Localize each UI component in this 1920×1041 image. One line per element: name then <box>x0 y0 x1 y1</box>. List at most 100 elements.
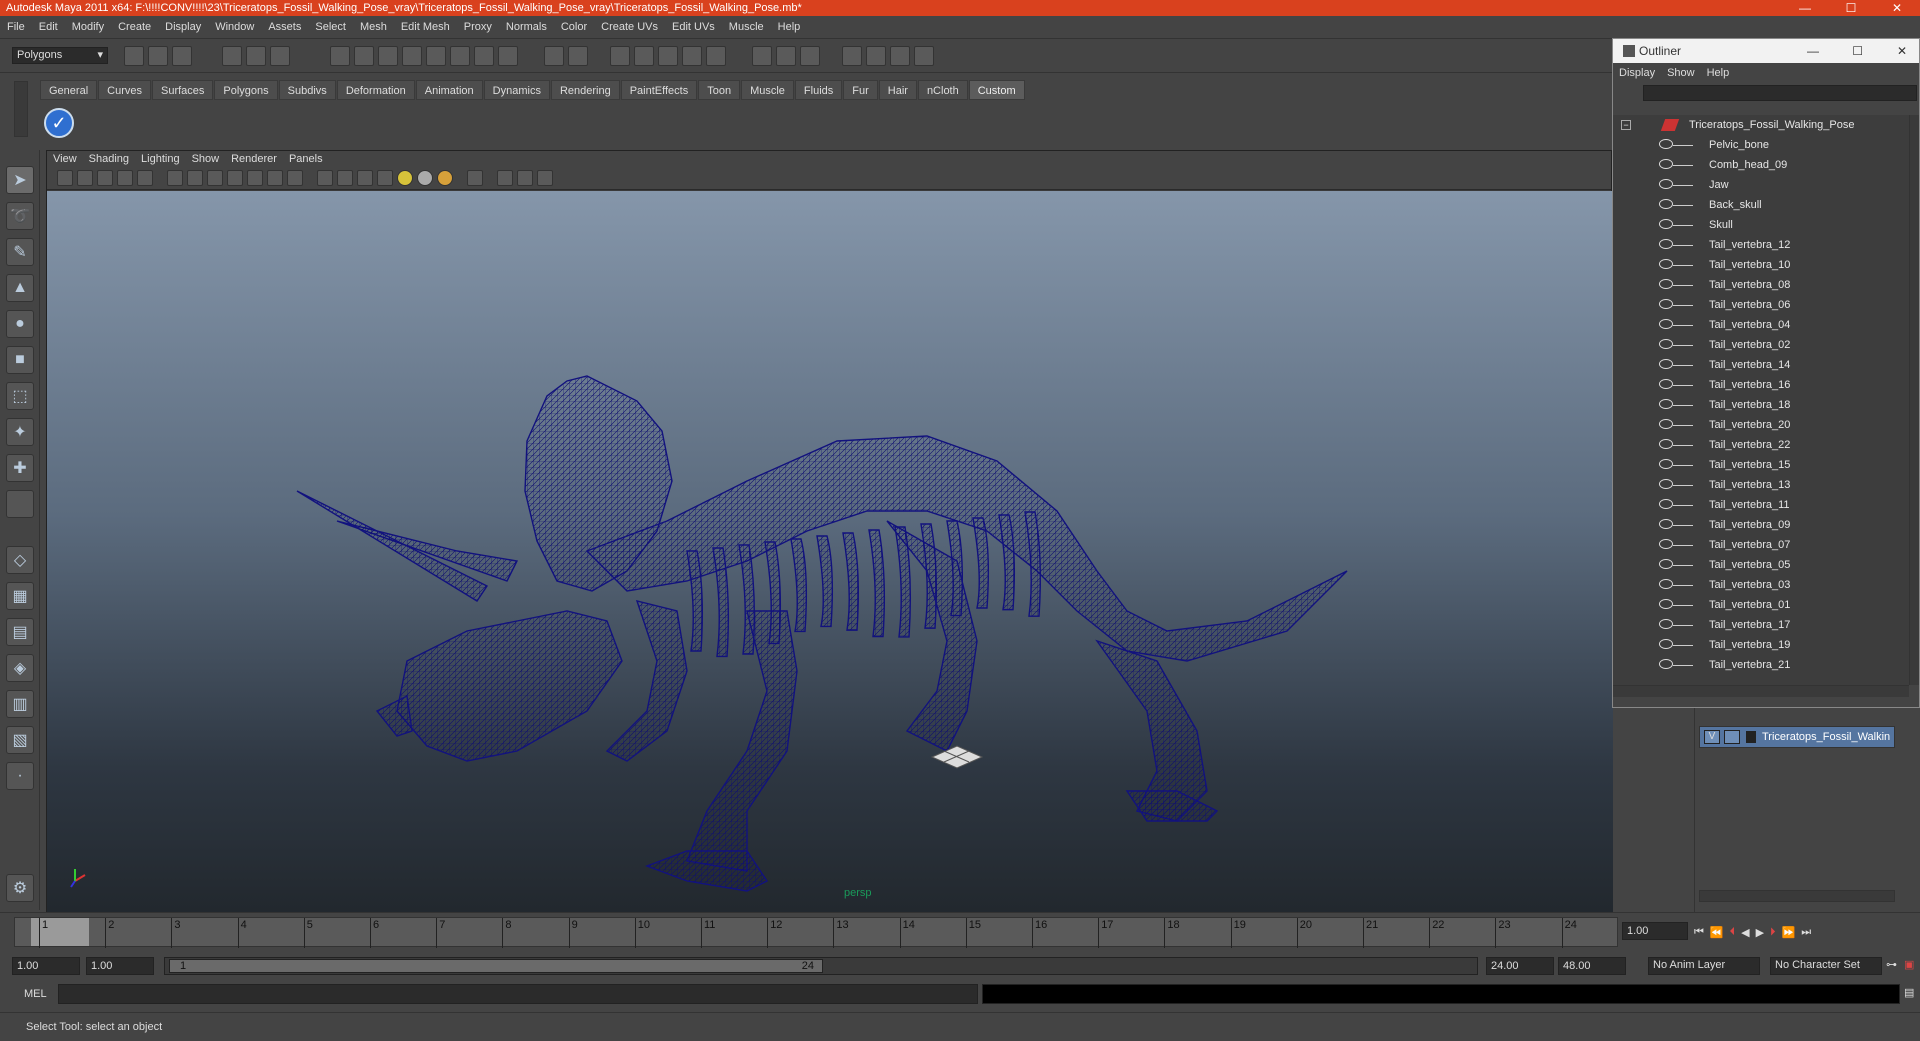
select-by-joint-icon[interactable] <box>354 46 374 66</box>
tab-fur[interactable]: Fur <box>843 80 878 100</box>
display-layer-row[interactable]: V Triceratops_Fossil_Walkin <box>1699 726 1895 748</box>
paint-select-tool-icon[interactable]: ✎ <box>6 238 34 266</box>
select-by-handle-icon[interactable] <box>330 46 350 66</box>
menu-color[interactable]: Color <box>554 16 594 39</box>
layer-horizontal-scrollbar[interactable] <box>1699 890 1895 902</box>
high-quality-icon[interactable] <box>437 170 453 186</box>
viewport-menu-shading[interactable]: Shading <box>83 151 135 168</box>
outliner-item[interactable]: Skull <box>1613 215 1909 235</box>
character-set-selector[interactable]: No Character Set <box>1770 957 1882 975</box>
scale-tool-icon[interactable]: ■ <box>6 346 34 374</box>
open-scene-icon[interactable] <box>148 46 168 66</box>
outliner-vertical-scrollbar[interactable] <box>1909 115 1919 685</box>
snap-to-point-icon[interactable] <box>658 46 678 66</box>
menu-file[interactable]: File <box>0 16 32 39</box>
wireframe-icon[interactable] <box>317 170 333 186</box>
highlight-selection-icon[interactable] <box>568 46 588 66</box>
image-plane-icon[interactable] <box>117 170 133 186</box>
play-forwards-icon[interactable]: ▶ <box>1756 926 1764 939</box>
snap-to-view-plane-icon[interactable] <box>682 46 702 66</box>
anim-layer-selector[interactable]: No Anim Layer <box>1648 957 1760 975</box>
select-camera-icon[interactable] <box>57 170 73 186</box>
menu-edit[interactable]: Edit <box>32 16 65 39</box>
playback-end-field[interactable]: 24.00 <box>1486 957 1554 975</box>
tab-dynamics[interactable]: Dynamics <box>483 80 550 100</box>
tab-general[interactable]: General <box>40 80 98 100</box>
rotate-tool-icon[interactable]: ● <box>6 310 34 338</box>
layer-template-toggle[interactable] <box>1724 730 1740 744</box>
menu-proxy[interactable]: Proxy <box>457 16 499 39</box>
select-by-render-icon[interactable] <box>474 46 494 66</box>
smooth-shade-icon[interactable] <box>337 170 353 186</box>
render-settings-icon[interactable] <box>914 46 934 66</box>
shadows-icon[interactable] <box>417 170 433 186</box>
select-by-dynamics-icon[interactable] <box>450 46 470 66</box>
help-icon[interactable] <box>498 46 518 66</box>
outliner-item[interactable]: Tail_vertebra_08 <box>1613 275 1909 295</box>
menu-create-uvs[interactable]: Create UVs <box>594 16 665 39</box>
tab-subdivs[interactable]: Subdivs <box>278 80 336 100</box>
grid-icon[interactable] <box>167 170 183 186</box>
tab-curves[interactable]: Curves <box>98 80 151 100</box>
xray-joints-icon[interactable] <box>517 170 533 186</box>
four-view-layout-icon[interactable]: ▦ <box>6 582 34 610</box>
menu-muscle[interactable]: Muscle <box>722 16 771 39</box>
menu-window[interactable]: Window <box>208 16 261 39</box>
field-chart-icon[interactable] <box>247 170 263 186</box>
snap-to-grid-icon[interactable] <box>610 46 630 66</box>
outliner-item[interactable]: Tail_vertebra_10 <box>1613 255 1909 275</box>
safe-action-icon[interactable] <box>267 170 283 186</box>
hypershade-layout-icon[interactable]: ▥ <box>6 690 34 718</box>
textured-icon[interactable] <box>377 170 393 186</box>
output-ops-icon[interactable] <box>776 46 796 66</box>
xray-icon[interactable] <box>497 170 513 186</box>
menu-select[interactable]: Select <box>308 16 353 39</box>
outliner-item[interactable]: Tail_vertebra_13 <box>1613 475 1909 495</box>
tab-rendering[interactable]: Rendering <box>550 80 620 100</box>
film-gate-icon[interactable] <box>187 170 203 186</box>
minimize-icon[interactable]: — <box>1790 0 1820 16</box>
tab-surfaces[interactable]: Surfaces <box>151 80 214 100</box>
tab-animation[interactable]: Animation <box>415 80 483 100</box>
select-by-surface-icon[interactable] <box>402 46 422 66</box>
ipr-render-icon[interactable] <box>890 46 910 66</box>
outliner-item[interactable]: Jaw <box>1613 175 1909 195</box>
outliner-menu-show[interactable]: Show <box>1661 67 1701 79</box>
outliner-item[interactable]: Back_skull <box>1613 195 1909 215</box>
use-all-lights-icon[interactable] <box>397 170 413 186</box>
outliner-item[interactable]: Tail_vertebra_18 <box>1613 395 1909 415</box>
select-tool-icon[interactable]: ➤ <box>6 166 34 194</box>
outliner-item[interactable]: Tail_vertebra_22 <box>1613 435 1909 455</box>
outliner-menu-help[interactable]: Help <box>1701 67 1736 79</box>
animation-preferences-icon[interactable]: ▣ <box>1904 958 1914 971</box>
step-back-key-icon[interactable]: ⏴ <box>1730 926 1736 939</box>
snap-to-curve-icon[interactable] <box>634 46 654 66</box>
outliner-item[interactable]: Tail_vertebra_04 <box>1613 315 1909 335</box>
outliner-minimize-icon[interactable]: — <box>1807 39 1819 63</box>
animation-start-field[interactable]: 1.00 <box>12 957 80 975</box>
outliner-horizontal-scrollbar[interactable] <box>1613 685 1909 697</box>
outliner-item[interactable]: Tail_vertebra_01 <box>1613 595 1909 615</box>
viewport-menu-panels[interactable]: Panels <box>283 151 329 168</box>
make-live-icon[interactable] <box>706 46 726 66</box>
outliner-item[interactable]: Tail_vertebra_07 <box>1613 535 1909 555</box>
viewport-menu-show[interactable]: Show <box>186 151 226 168</box>
select-hierarchy-icon[interactable] <box>222 46 242 66</box>
render-current-frame-icon[interactable] <box>866 46 886 66</box>
step-forward-frame-icon[interactable]: ⏩ <box>1782 926 1796 939</box>
play-backwards-icon[interactable]: ◀ <box>1741 926 1749 939</box>
menu-display[interactable]: Display <box>158 16 208 39</box>
single-perspective-layout-icon[interactable]: ◇ <box>6 546 34 574</box>
menu-modify[interactable]: Modify <box>65 16 111 39</box>
save-scene-icon[interactable] <box>172 46 192 66</box>
outliner-menu-display[interactable]: Display <box>1613 67 1661 79</box>
menu-help[interactable]: Help <box>771 16 808 39</box>
current-frame-field[interactable]: 1.00 <box>1622 922 1688 940</box>
persp-outliner-layout-icon[interactable]: ▤ <box>6 618 34 646</box>
soft-modification-icon[interactable]: ✦ <box>6 418 34 446</box>
grease-pencil-icon[interactable] <box>137 170 153 186</box>
shelf-menu-handle[interactable] <box>14 81 28 137</box>
quick-layout-icon[interactable]: ⚙ <box>6 874 34 902</box>
last-tool-icon[interactable] <box>6 490 34 518</box>
menu-mesh[interactable]: Mesh <box>353 16 394 39</box>
